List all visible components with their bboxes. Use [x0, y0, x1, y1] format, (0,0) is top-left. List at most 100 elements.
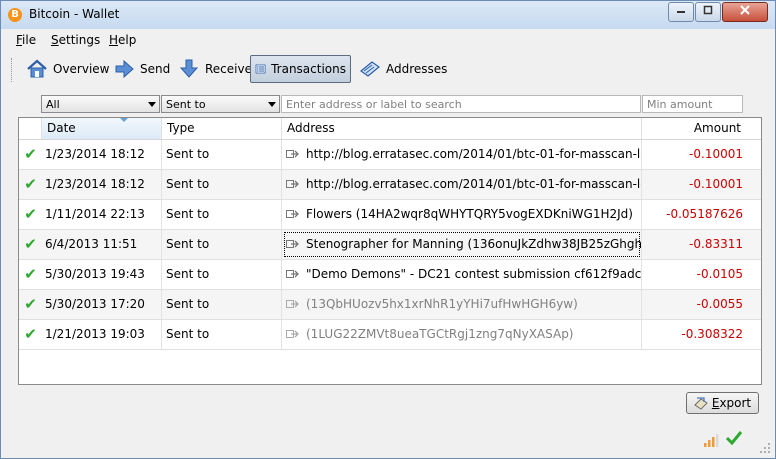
addresses-label: Addresses	[386, 62, 448, 76]
table-row[interactable]: ✔ 1/21/2013 19:03 Sent to (1LUG22ZMVt8ue…	[19, 320, 761, 350]
date-filter-value: All	[46, 98, 60, 111]
row-type: Sent to	[162, 170, 282, 199]
transactions-label: Transactions	[271, 62, 346, 76]
header-status[interactable]	[19, 118, 42, 139]
synced-check-icon[interactable]	[725, 429, 743, 447]
row-address-text: http://blog.erratasec.com/2014/01/btc-01…	[306, 147, 642, 161]
header-type[interactable]: Type	[162, 118, 282, 139]
row-address-text: Stenographer for Manning (136onuJkZdhw38…	[306, 237, 642, 251]
row-date: 6/4/2013 11:51	[42, 230, 162, 259]
table-row[interactable]: ✔ 5/30/2013 17:20 Sent to (13QbHUozv5hx1…	[19, 290, 761, 320]
row-date: 1/23/2014 18:12	[42, 140, 162, 169]
row-address-text: (1LUG22ZMVt8ueaTGCtRgj1zng7qNyXASAp)	[306, 327, 574, 341]
row-address: "Demo Demons" - DC21 contest submission …	[282, 260, 642, 289]
title-bar[interactable]: B Bitcoin - Wallet	[1, 1, 775, 29]
confirmed-check-icon: ✔	[24, 235, 37, 253]
home-icon	[27, 59, 47, 78]
table-row[interactable]: ✔ 6/4/2013 11:51 Sent to Stenographer fo…	[19, 230, 761, 260]
receive-button[interactable]: Receive	[174, 55, 256, 83]
menu-file[interactable]: File	[16, 33, 36, 47]
row-amount: -0.0105	[696, 267, 743, 281]
outgoing-arrow-icon	[286, 329, 299, 338]
send-arrow-icon	[115, 59, 134, 79]
filter-row: All Sent to	[1, 95, 775, 115]
type-filter-select[interactable]: Sent to	[161, 95, 280, 113]
toolbar-grip[interactable]	[11, 58, 15, 82]
min-amount-input[interactable]	[642, 95, 743, 113]
send-button[interactable]: Send	[109, 55, 174, 83]
outgoing-arrow-icon	[286, 239, 299, 248]
row-address-text: (13QbHUozv5hx1xrNhR1yYHi7ufHwHGH6yw)	[306, 297, 578, 311]
table-row[interactable]: ✔ 1/23/2014 18:12 Sent to http://blog.er…	[19, 170, 761, 200]
close-button[interactable]	[722, 2, 768, 22]
network-signal-icon[interactable]	[703, 433, 719, 447]
row-address: http://blog.erratasec.com/2014/01/btc-01…	[282, 140, 642, 169]
confirmed-check-icon: ✔	[24, 265, 37, 283]
row-type: Sent to	[162, 260, 282, 289]
address-book-icon	[360, 61, 380, 77]
close-icon	[740, 5, 750, 15]
row-address: (1LUG22ZMVt8ueaTGCtRgj1zng7qNyXASAp)	[282, 320, 642, 349]
row-amount: -0.05187626	[666, 207, 743, 221]
row-type: Sent to	[162, 140, 282, 169]
receive-label: Receive	[205, 62, 252, 76]
transactions-list-icon	[255, 64, 266, 74]
transactions-button[interactable]: Transactions	[250, 55, 351, 83]
confirmed-check-icon: ✔	[24, 295, 37, 313]
overview-label: Overview	[53, 62, 110, 76]
address-search-input[interactable]	[281, 95, 641, 113]
row-amount: -0.10001	[689, 147, 743, 161]
row-type: Sent to	[162, 320, 282, 349]
row-amount: -0.10001	[689, 177, 743, 191]
row-type: Sent to	[162, 230, 282, 259]
menu-settings[interactable]: Settings	[51, 33, 100, 47]
row-amount: -0.0055	[696, 297, 743, 311]
row-address: (13QbHUozv5hx1xrNhR1yYHi7ufHwHGH6yw)	[282, 290, 642, 319]
date-filter-select[interactable]: All	[41, 95, 160, 113]
overview-button[interactable]: Overview	[22, 55, 114, 83]
row-type: Sent to	[162, 200, 282, 229]
receive-arrow-icon	[179, 59, 199, 78]
bitcoin-logo-icon: B	[8, 8, 22, 22]
chevron-down-icon	[148, 102, 156, 107]
header-address[interactable]: Address	[282, 118, 642, 139]
export-button[interactable]: Export	[686, 392, 759, 414]
status-bar	[1, 426, 775, 458]
row-address: Stenographer for Manning (136onuJkZdhw38…	[282, 230, 642, 259]
chevron-down-icon	[268, 102, 276, 107]
row-date: 5/30/2013 19:43	[42, 260, 162, 289]
transactions-table[interactable]: Date Type Address Amount ✔ 1/23/2014 18:…	[18, 117, 762, 385]
minimize-icon	[677, 11, 685, 13]
row-date: 1/11/2014 22:13	[42, 200, 162, 229]
send-label: Send	[140, 62, 171, 76]
table-row[interactable]: ✔ 1/11/2014 22:13 Sent to Flowers (14HA2…	[19, 200, 761, 230]
row-address-text: Flowers (14HA2wqr8qWHYTQRY5vogEXDKniWG1H…	[306, 207, 633, 221]
header-amount[interactable]: Amount	[642, 118, 761, 139]
addresses-button[interactable]: Addresses	[355, 55, 451, 83]
sort-descending-icon	[120, 118, 128, 122]
export-icon	[694, 397, 708, 410]
confirmed-check-icon: ✔	[24, 145, 37, 163]
toolbar: Overview Send Receive Transactions Addre…	[1, 52, 775, 88]
header-date-label: Date	[47, 121, 76, 135]
menu-help[interactable]: Help	[109, 33, 136, 47]
outgoing-arrow-icon	[286, 269, 299, 278]
type-filter-value: Sent to	[166, 98, 206, 111]
outgoing-arrow-icon	[286, 299, 299, 308]
row-address: Flowers (14HA2wqr8qWHYTQRY5vogEXDKniWG1H…	[282, 200, 642, 229]
minimize-button[interactable]	[668, 2, 694, 22]
export-label: Export	[711, 396, 752, 410]
menu-bar: File Settings Help	[1, 30, 775, 51]
confirmed-check-icon: ✔	[24, 325, 37, 343]
main-window: B Bitcoin - Wallet File Settings Help Ov…	[0, 0, 776, 459]
row-address-text: "Demo Demons" - DC21 contest submission …	[306, 267, 642, 281]
table-row[interactable]: ✔ 1/23/2014 18:12 Sent to http://blog.er…	[19, 140, 761, 170]
maximize-button[interactable]	[695, 2, 721, 22]
table-row[interactable]: ✔ 5/30/2013 19:43 Sent to "Demo Demons" …	[19, 260, 761, 290]
header-date[interactable]: Date	[42, 118, 162, 139]
outgoing-arrow-icon	[286, 149, 299, 158]
confirmed-check-icon: ✔	[24, 205, 37, 223]
row-date: 5/30/2013 17:20	[42, 290, 162, 319]
resize-grip-icon[interactable]	[759, 442, 771, 454]
row-date: 1/23/2014 18:12	[42, 170, 162, 199]
